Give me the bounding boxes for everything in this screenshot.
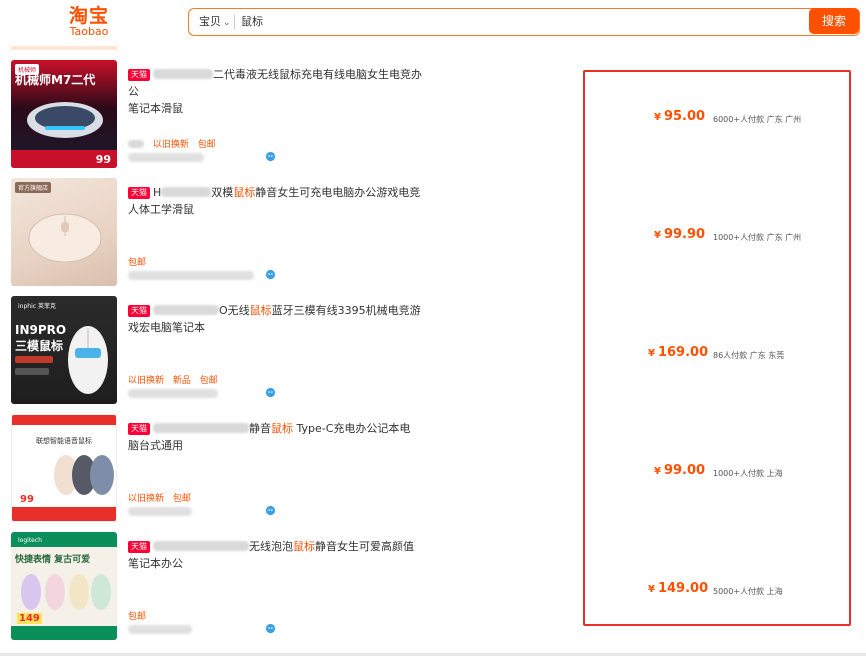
blurred-text [153, 541, 249, 551]
shop-name[interactable] [128, 389, 218, 398]
product-title[interactable]: 天猫 O无线鼠标蓝牙三模有线3395机械电竞游 戏宏电脑笔记本 [128, 302, 428, 336]
tag: 包邮 [128, 612, 147, 622]
tag-list: 以旧换新 包邮 [128, 491, 197, 504]
title-after: 蓝牙三模有线3395机械电竞游 [271, 304, 421, 317]
thumb-footer-price: 99 [20, 494, 34, 505]
shop-name[interactable] [128, 625, 192, 634]
thumb-top-bar [12, 415, 116, 425]
thumb-footer-price: 149 [17, 613, 42, 624]
product-image[interactable]: 机械师 机械师M7二代 99 [11, 60, 117, 168]
title-line2: 笔记本滑鼠 [128, 102, 183, 115]
shop-name[interactable] [128, 271, 254, 280]
shop-name[interactable] [128, 507, 192, 516]
product-image[interactable]: 官方旗舰店 [11, 178, 117, 286]
tag: 包邮 [199, 376, 218, 386]
tag: 以旧换新 [128, 494, 165, 504]
thumb-promo-bar [15, 368, 49, 375]
product-title[interactable]: 天猫 二代毒液无线鼠标充电有线电脑女生电竞办公 笔记本滑鼠 [128, 66, 428, 117]
title-line2: 人体工学滑鼠 [128, 203, 194, 216]
tag-list: 以旧换新 新品 包邮 [128, 373, 224, 386]
product-image[interactable]: inphic 英菲克 IN9PRO 三模鼠标 [11, 296, 117, 404]
tag: 以旧换新 [152, 140, 189, 150]
title-after: 静音女生可充电电脑办公游戏电竞 [255, 186, 421, 199]
chat-icon[interactable] [265, 151, 276, 162]
thumb-footer-bar [11, 626, 117, 640]
keyword-highlight: 鼠标 [233, 186, 256, 199]
thumb-footer-bar [12, 507, 116, 521]
product-image[interactable]: 联想智能语音鼠标 99 [11, 414, 117, 522]
tag: 包邮 [197, 140, 216, 150]
title-line2: 戏宏电脑笔记本 [128, 321, 205, 334]
tmall-badge: 天猫 [128, 187, 150, 199]
search-box: 宝贝⌄ 搜索 [188, 8, 860, 36]
product-title[interactable]: 天猫 无线泡泡鼠标静音女生可爱高颜值 笔记本办公 [128, 538, 428, 572]
chat-icon[interactable] [265, 387, 276, 398]
tag: 包邮 [128, 258, 147, 268]
chat-icon[interactable] [265, 505, 276, 516]
title-after: Type-C充电办公记本电 [293, 422, 411, 435]
title-after: 静音女生可爱高颜值 [315, 540, 414, 553]
search-input[interactable] [241, 9, 741, 34]
thumb-edge [11, 46, 117, 50]
search-button[interactable]: 搜索 [809, 8, 859, 34]
mouse-image [28, 213, 102, 263]
keyword-highlight: 鼠标 [249, 304, 272, 317]
logo-cn-text: 淘宝 [68, 5, 109, 27]
title-text: 双模 [211, 186, 234, 199]
chat-icon[interactable] [265, 623, 276, 634]
logo-en-text: Taobao [69, 25, 109, 38]
chat-icon[interactable] [265, 269, 276, 280]
tag: 包邮 [172, 494, 191, 504]
thumb-headline: IN9PRO 三模鼠标 [15, 323, 67, 353]
thumb-headline: 机械师M7二代 [15, 73, 96, 87]
product-title[interactable]: 天猫 H 双模鼠标静音女生可充电电脑办公游戏电竞 人体工学滑鼠 [128, 184, 428, 218]
search-divider [234, 15, 235, 29]
mouse-image [68, 326, 108, 394]
product-image[interactable]: logitech 快捷表情 复古可爱 149 [11, 532, 117, 640]
blurred-text [153, 69, 213, 79]
thumb-headline: 快捷表情 复古可爱 [15, 555, 91, 565]
search-type-dropdown[interactable]: 宝贝 ⌄ [199, 9, 231, 34]
highlight-frame [583, 70, 851, 626]
title-text: O无线 [219, 304, 250, 317]
thumb-brand-tag: logitech [18, 537, 42, 544]
thumb-promo-bar [15, 356, 53, 363]
blurred-text [153, 423, 249, 433]
tag: 以旧换新 [128, 376, 165, 386]
mouse-image [54, 455, 114, 495]
taobao-logo[interactable]: 淘宝 Taobao [64, 6, 114, 38]
tmall-badge: 天猫 [128, 423, 150, 435]
search-type-label: 宝贝 [199, 15, 221, 28]
blurred-text [153, 305, 219, 315]
title-line2: 笔记本办公 [128, 557, 183, 570]
title-prefix: H [153, 186, 162, 199]
thumb-brand-tag: inphic 英菲克 [18, 303, 56, 310]
blurred-text [128, 140, 144, 148]
tag-list: 包邮 [128, 609, 152, 622]
title-text: 无线泡泡 [249, 540, 293, 553]
tmall-badge: 天猫 [128, 541, 150, 553]
tag-list: 包邮 [128, 255, 152, 268]
shop-name[interactable] [128, 153, 204, 162]
mouse-image [27, 102, 103, 138]
header-bar: 淘宝 Taobao 宝贝⌄ 搜索 [0, 0, 866, 46]
mouse-image [21, 574, 111, 610]
thumb-footer-price: 99 [95, 153, 111, 166]
title-line2: 脑台式通用 [128, 439, 183, 452]
tmall-badge: 天猫 [128, 305, 150, 317]
title-text: 静音 [249, 422, 271, 435]
bottom-divider [0, 653, 866, 656]
thumb-brand-tag: 官方旗舰店 [15, 182, 52, 193]
tmall-badge: 天猫 [128, 69, 150, 81]
tag: 新品 [172, 376, 191, 386]
tag-list: 以旧换新 包邮 [128, 137, 222, 150]
blurred-text [161, 187, 212, 197]
chevron-down-icon: ⌄ [223, 18, 231, 28]
thumb-headline: 联想智能语音鼠标 [36, 437, 92, 445]
product-title[interactable]: 天猫 静音鼠标 Type-C充电办公记本电 脑台式通用 [128, 420, 428, 454]
keyword-highlight: 鼠标 [293, 540, 315, 553]
keyword-highlight: 鼠标 [271, 422, 293, 435]
